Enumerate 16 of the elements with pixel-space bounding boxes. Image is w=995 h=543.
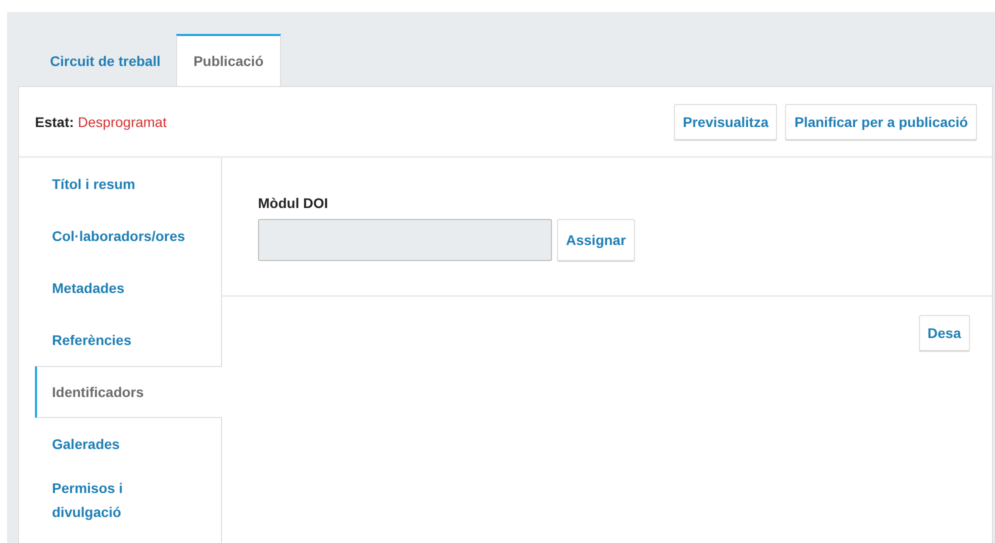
field-label: Mòdul DOI (258, 195, 328, 211)
tab[interactable]: Publicació (176, 34, 280, 86)
status-value: Desprogramat (78, 114, 167, 130)
sidebar-item[interactable]: Referències (35, 314, 221, 366)
assign-button[interactable]: Assignar (557, 219, 635, 261)
sidebar-item[interactable]: Col·laboradors/ores (35, 210, 221, 262)
status-label: Estat: (35, 114, 74, 130)
sidebar-item[interactable]: Identificadors (35, 366, 222, 418)
sidebar-item[interactable]: Metadades (35, 262, 221, 314)
sidebar-item[interactable]: Permisos i divulgació (35, 470, 221, 530)
header-button[interactable]: Previsualitza (674, 104, 778, 140)
save-button[interactable]: Desa (918, 315, 970, 351)
sidebar-item[interactable]: Títol i resum (35, 158, 221, 210)
tab[interactable]: Circuit de treball (34, 34, 176, 86)
header-button[interactable]: Planificar per a publicació (785, 104, 977, 140)
sidebar-item[interactable]: Galerades (35, 418, 221, 470)
